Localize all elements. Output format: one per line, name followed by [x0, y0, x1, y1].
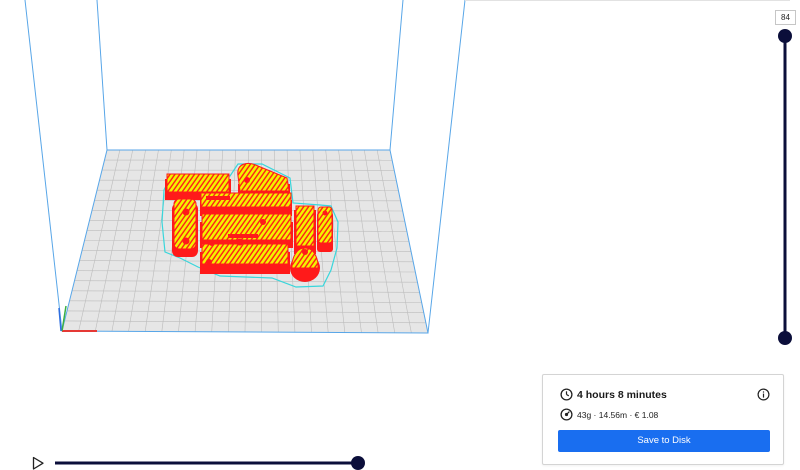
layer-slider-lower-handle[interactable] — [778, 331, 792, 345]
simulation-slider-handle[interactable] — [351, 456, 365, 470]
model-hole — [182, 237, 190, 245]
build-volume-edge — [24, 0, 63, 332]
layer-slider-upper-handle[interactable] — [778, 29, 792, 43]
build-volume-edge — [96, 0, 108, 151]
model-part — [166, 173, 230, 193]
layer-number-label[interactable]: 84 — [775, 10, 796, 25]
layer-slider[interactable] — [778, 29, 792, 345]
build-volume-edge — [427, 0, 466, 334]
material-estimate: 43g · 14.56m · € 1.08 — [577, 410, 659, 420]
play-button[interactable] — [28, 455, 46, 470]
model-detail — [228, 234, 258, 238]
play-button-hitbox[interactable] — [28, 455, 46, 470]
z-axis — [58, 307, 62, 332]
print-time: 4 hours 8 minutes — [577, 389, 667, 401]
model-hole — [206, 259, 212, 265]
model-hole — [236, 238, 244, 246]
build-volume — [24, 0, 790, 334]
build-volume-edge — [389, 0, 404, 151]
save-to-disk-button[interactable]: Save to Disk — [558, 430, 770, 452]
model-hole — [260, 219, 266, 225]
model-hole — [182, 208, 190, 216]
print-info-panel: 4 hours 8 minutes 43g · 14.56m · € 1.08 … — [542, 374, 784, 465]
model-part — [295, 205, 315, 247]
model-part — [201, 243, 289, 265]
info-icon[interactable] — [757, 388, 770, 401]
simulation-slider[interactable] — [55, 456, 365, 470]
filament-gauge-icon — [560, 408, 573, 421]
model-hole — [244, 177, 250, 183]
model-hole — [302, 249, 308, 255]
model-hole — [209, 240, 215, 246]
clock-icon — [560, 388, 573, 401]
model-detail — [206, 196, 230, 200]
model-hole — [322, 210, 328, 216]
